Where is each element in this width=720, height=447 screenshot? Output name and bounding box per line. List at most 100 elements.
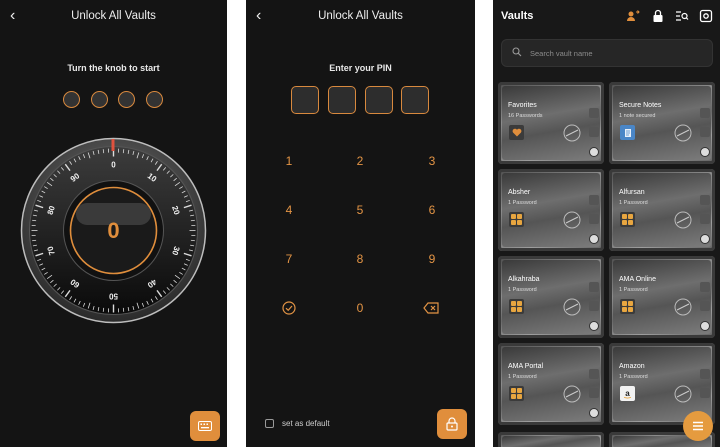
vault-count: 16 Passwords xyxy=(508,113,543,119)
grid-icon xyxy=(620,299,635,314)
vault-name: Absher xyxy=(508,189,531,196)
vault-count: 1 Password xyxy=(619,374,648,380)
settings-icon[interactable] xyxy=(699,9,713,23)
keypad-icon xyxy=(700,282,710,292)
vault-count: 1 Password xyxy=(619,200,648,206)
key-2[interactable]: 2 xyxy=(340,154,380,168)
vault-tile-ama-online[interactable]: AMA Online 1 Password xyxy=(609,256,715,338)
close-icon xyxy=(700,214,710,224)
set-default-checkbox[interactable] xyxy=(265,419,274,428)
vault-tile-ama-portal[interactable]: AMA Portal 1 Password xyxy=(498,343,604,425)
dial-icon xyxy=(674,298,692,316)
close-icon xyxy=(700,127,710,137)
vault-tile-secure-notes[interactable]: Secure Notes 1 note secured xyxy=(609,82,715,164)
knob-icon xyxy=(700,321,710,331)
keypad-icon xyxy=(700,195,710,205)
key-1[interactable]: 1 xyxy=(269,154,309,168)
search-list-icon[interactable] xyxy=(675,9,689,23)
dial-icon xyxy=(674,124,692,142)
dial-icon xyxy=(674,211,692,229)
key-9[interactable]: 9 xyxy=(412,252,452,266)
knob-unlock-screen: ‹ Unlock All Vaults Turn the knob to sta… xyxy=(0,0,227,447)
key-5[interactable]: 5 xyxy=(340,203,380,217)
vault-name: Amazon xyxy=(619,363,645,370)
combo-dot-4 xyxy=(146,91,163,108)
keypad-icon xyxy=(589,369,599,379)
key-6[interactable]: 6 xyxy=(412,203,452,217)
vault-name: AMA Online xyxy=(619,276,656,283)
dial-label: 0 xyxy=(111,161,116,170)
search-input[interactable]: Search vault name xyxy=(501,39,713,67)
close-icon xyxy=(589,388,599,398)
keyboard-toggle-button[interactable] xyxy=(190,411,220,441)
vault-tile-partial[interactable] xyxy=(498,432,604,447)
pin-box-3 xyxy=(365,86,393,114)
close-icon xyxy=(589,127,599,137)
combo-dot-3 xyxy=(118,91,135,108)
key-8[interactable]: 8 xyxy=(340,252,380,266)
set-default-label: set as default xyxy=(282,419,330,428)
knob-hint: Turn the knob to start xyxy=(67,63,160,73)
key-4[interactable]: 4 xyxy=(269,203,309,217)
dial-tick xyxy=(102,149,105,154)
screen-title: Unlock All Vaults xyxy=(71,10,156,22)
search-icon xyxy=(512,47,522,57)
vault-name: Secure Notes xyxy=(619,102,662,109)
knob-icon xyxy=(589,321,599,331)
vault-count: 1 Password xyxy=(619,287,648,293)
combo-dot-2 xyxy=(91,91,108,108)
dial-tick xyxy=(190,239,195,242)
dial-icon xyxy=(563,298,581,316)
menu-fab-button[interactable] xyxy=(683,411,713,441)
knob-icon xyxy=(589,408,599,418)
amazon-icon: a xyxy=(620,386,635,401)
dial-tick xyxy=(32,219,37,222)
pin-box-2 xyxy=(328,86,356,114)
dial-tick xyxy=(122,307,125,312)
vault-tile-alfursan[interactable]: Alfursan 1 Password xyxy=(609,169,715,251)
keypad-icon xyxy=(589,195,599,205)
keypad-icon xyxy=(589,108,599,118)
lock-icon xyxy=(446,417,458,431)
pin-box-1 xyxy=(291,86,319,114)
key-7[interactable]: 7 xyxy=(269,252,309,266)
top-bar: ‹ Unlock All Vaults xyxy=(0,0,227,32)
svg-text:a: a xyxy=(625,389,630,398)
close-icon xyxy=(700,388,710,398)
dial-icon xyxy=(563,211,581,229)
grid-icon xyxy=(509,386,524,401)
vault-tile-absher[interactable]: Absher 1 Password xyxy=(498,169,604,251)
grid-icon xyxy=(509,299,524,314)
confirm-check-icon[interactable] xyxy=(282,301,296,315)
close-icon xyxy=(589,214,599,224)
lock-icon[interactable] xyxy=(651,9,665,23)
backspace-icon[interactable] xyxy=(423,302,439,314)
grid-icon xyxy=(620,212,635,227)
vault-name: Favorites xyxy=(508,102,537,109)
vault-tile-alkahraba[interactable]: Alkahraba 1 Password xyxy=(498,256,604,338)
vault-name: Alfursan xyxy=(619,189,645,196)
lock-button[interactable] xyxy=(437,409,467,439)
page-title: Vaults xyxy=(501,10,534,22)
dial-icon xyxy=(674,385,692,403)
pin-box-4 xyxy=(401,86,429,114)
dial-icon xyxy=(563,385,581,403)
key-3[interactable]: 3 xyxy=(412,154,452,168)
vault-count: 1 Password xyxy=(508,200,537,206)
heart-icon xyxy=(509,125,524,140)
knob-icon xyxy=(700,234,710,244)
vault-tile-favorites[interactable]: Favorites 16 Passwords xyxy=(498,82,604,164)
dial-icon xyxy=(563,124,581,142)
user-swap-icon[interactable] xyxy=(626,9,640,23)
dial-tick xyxy=(32,239,37,242)
dial-value: 0 xyxy=(107,218,119,243)
key-0[interactable]: 0 xyxy=(340,301,380,315)
menu-icon xyxy=(693,421,703,431)
vault-count: 1 Password xyxy=(508,287,537,293)
combination-dial[interactable]: 0102030405060708090 0 xyxy=(20,137,207,324)
dial-tick xyxy=(122,149,125,154)
keypad-icon xyxy=(700,108,710,118)
dial-tick xyxy=(190,219,195,222)
knob-icon xyxy=(589,147,599,157)
keypad-icon xyxy=(589,282,599,292)
